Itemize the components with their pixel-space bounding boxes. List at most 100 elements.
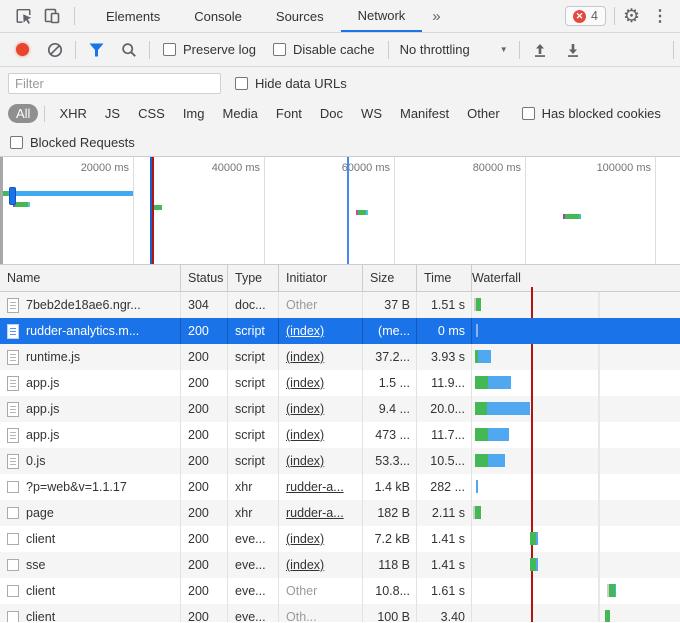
- filter-funnel-icon[interactable]: [83, 38, 109, 62]
- type-filter-manifest[interactable]: Manifest: [392, 104, 457, 123]
- initiator-link[interactable]: rudder-a...: [286, 506, 344, 520]
- request-row[interactable]: app.js200script(index)1.5 ...11.9...: [0, 370, 680, 396]
- request-name-cell[interactable]: rudder-analytics.m...: [0, 318, 181, 344]
- request-row[interactable]: runtime.js200script(index)37.2...3.93 s: [0, 344, 680, 370]
- tab-network[interactable]: Network: [341, 0, 423, 32]
- column-header-type[interactable]: Type: [228, 265, 279, 291]
- initiator-link[interactable]: (index): [286, 454, 324, 468]
- request-name-cell[interactable]: client: [0, 578, 181, 604]
- checkbox[interactable]: [10, 136, 23, 149]
- tab-sources[interactable]: Sources: [259, 0, 341, 32]
- type-filter-img[interactable]: Img: [175, 104, 213, 123]
- waterfall-cell[interactable]: [472, 396, 680, 422]
- type-filter-xhr[interactable]: XHR: [51, 104, 94, 123]
- initiator-link[interactable]: rudder-a...: [286, 480, 344, 494]
- column-header-time[interactable]: Time: [417, 265, 472, 291]
- more-tabs-button[interactable]: »: [422, 8, 450, 25]
- import-har-icon[interactable]: [527, 38, 553, 62]
- has-blocked-cookies-checkbox[interactable]: Has blocked cookies: [522, 106, 661, 121]
- initiator-link[interactable]: (index): [286, 402, 324, 416]
- column-header-size[interactable]: Size: [363, 265, 417, 291]
- initiator-link[interactable]: (index): [286, 428, 324, 442]
- request-row[interactable]: 0.js200script(index)53.3...10.5...: [0, 448, 680, 474]
- initiator-link[interactable]: (index): [286, 558, 324, 572]
- overview-left-handle[interactable]: [0, 157, 3, 264]
- request-name-cell[interactable]: 0.js: [0, 448, 181, 474]
- request-name-cell[interactable]: 7beb2de18ae6.ngr...: [0, 292, 181, 318]
- request-row[interactable]: client200eve...Oth...100 B3.40: [0, 604, 680, 622]
- column-header-waterfall[interactable]: Waterfall: [472, 265, 680, 291]
- kebab-menu-icon[interactable]: ⋮: [648, 6, 672, 26]
- column-header-initiator[interactable]: Initiator: [279, 265, 363, 291]
- request-name-cell[interactable]: ?p=web&v=1.1.17: [0, 474, 181, 500]
- export-har-icon[interactable]: [560, 38, 586, 62]
- console-error-badge[interactable]: ✕ 4: [565, 6, 606, 26]
- column-header-name[interactable]: Name: [0, 265, 181, 291]
- initiator-link[interactable]: (index): [286, 350, 324, 364]
- request-row[interactable]: app.js200script(index)9.4 ...20.0...: [0, 396, 680, 422]
- waterfall-cell[interactable]: [472, 604, 680, 622]
- waterfall-cell[interactable]: [472, 578, 680, 604]
- type-filter-doc[interactable]: Doc: [312, 104, 351, 123]
- waterfall-cell[interactable]: [472, 526, 680, 552]
- request-name-cell[interactable]: app.js: [0, 396, 181, 422]
- checkbox[interactable]: [163, 43, 176, 56]
- request-row[interactable]: client200eve...(index)7.2 kB1.41 s: [0, 526, 680, 552]
- settings-gear-icon[interactable]: ⚙: [623, 5, 640, 28]
- request-row[interactable]: sse200eve...(index)118 B1.41 s: [0, 552, 680, 578]
- request-name-cell[interactable]: app.js: [0, 370, 181, 396]
- type-filter-js[interactable]: JS: [97, 104, 128, 123]
- preserve-log-checkbox[interactable]: Preserve log: [163, 42, 256, 57]
- type-filter-font[interactable]: Font: [268, 104, 310, 123]
- clear-network-log-button[interactable]: [42, 38, 68, 62]
- overview-timeline[interactable]: 20000 ms40000 ms60000 ms80000 ms100000 m…: [0, 157, 680, 265]
- request-name-cell[interactable]: client: [0, 604, 181, 622]
- initiator-link[interactable]: (index): [286, 324, 324, 338]
- waterfall-cell[interactable]: [472, 552, 680, 578]
- waterfall-cell[interactable]: [472, 292, 680, 318]
- waterfall-cell[interactable]: [472, 422, 680, 448]
- type-filter-css[interactable]: CSS: [130, 104, 173, 123]
- request-row[interactable]: rudder-analytics.m...200script(index)(me…: [0, 318, 680, 344]
- request-row[interactable]: page200xhrrudder-a...182 B2.11 s: [0, 500, 680, 526]
- waterfall-cell[interactable]: [472, 448, 680, 474]
- overview-tick-label: 100000 ms: [581, 162, 651, 176]
- search-icon[interactable]: [116, 38, 142, 62]
- checkbox[interactable]: [273, 43, 286, 56]
- hide-data-urls-checkbox[interactable]: Hide data URLs: [235, 76, 347, 91]
- tab-elements[interactable]: Elements: [89, 0, 177, 32]
- time-cell: 1.61 s: [417, 578, 472, 604]
- request-row[interactable]: ?p=web&v=1.1.17200xhrrudder-a...1.4 kB28…: [0, 474, 680, 500]
- request-row[interactable]: app.js200script(index)473 ...11.7...: [0, 422, 680, 448]
- type-filter-all[interactable]: All: [8, 104, 38, 123]
- type-filter-ws[interactable]: WS: [353, 104, 390, 123]
- checkbox[interactable]: [235, 77, 248, 90]
- request-name-cell[interactable]: sse: [0, 552, 181, 578]
- waterfall-cell[interactable]: [472, 474, 680, 500]
- request-name-cell[interactable]: client: [0, 526, 181, 552]
- initiator-link[interactable]: (index): [286, 376, 324, 390]
- filter-input[interactable]: [8, 73, 221, 94]
- waterfall-cell[interactable]: [472, 318, 680, 344]
- initiator-link[interactable]: (index): [286, 532, 324, 546]
- column-header-status[interactable]: Status: [181, 265, 228, 291]
- tab-console[interactable]: Console: [177, 0, 259, 32]
- type-filter-other[interactable]: Other: [459, 104, 508, 123]
- device-toolbar-icon[interactable]: [38, 3, 66, 29]
- waterfall-cell[interactable]: [472, 344, 680, 370]
- checkbox[interactable]: [522, 107, 535, 120]
- blocked-requests-checkbox[interactable]: Blocked Requests: [10, 135, 135, 150]
- request-row[interactable]: 7beb2de18ae6.ngr...304doc...Other37 B1.5…: [0, 292, 680, 318]
- disable-cache-checkbox[interactable]: Disable cache: [273, 42, 375, 57]
- request-name-cell[interactable]: app.js: [0, 422, 181, 448]
- throttling-select[interactable]: No throttling ▼: [396, 42, 512, 57]
- waterfall-cell[interactable]: [472, 370, 680, 396]
- inspect-element-icon[interactable]: [10, 3, 38, 29]
- record-network-log-button[interactable]: [9, 38, 35, 62]
- request-name-cell[interactable]: page: [0, 500, 181, 526]
- overview-selected-marker[interactable]: [9, 187, 16, 205]
- request-name-cell[interactable]: runtime.js: [0, 344, 181, 370]
- request-row[interactable]: client200eve...Other10.8...1.61 s: [0, 578, 680, 604]
- type-filter-media[interactable]: Media: [214, 104, 265, 123]
- waterfall-cell[interactable]: [472, 500, 680, 526]
